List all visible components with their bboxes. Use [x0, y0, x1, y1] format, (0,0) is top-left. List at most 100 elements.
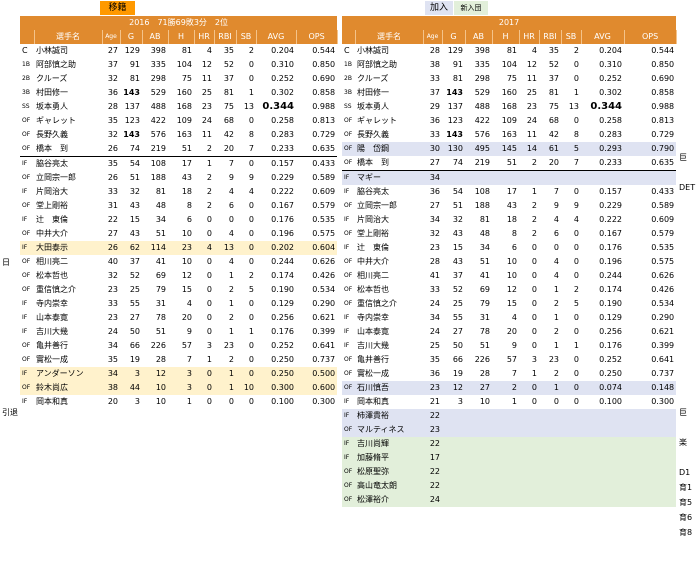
home-runs-cell: 0 [531, 243, 537, 252]
position-cell: OF [344, 258, 353, 265]
hits-cell: 1 [186, 397, 192, 406]
ops-cell: 0.813 [651, 116, 675, 125]
stolen-bases-cell: 0 [573, 74, 579, 83]
player-name-cell: 片岡治大 [36, 187, 68, 196]
ops-cell: 0.635 [296, 142, 338, 157]
player-name-cell: 松原聖弥 [355, 465, 423, 479]
ops-cell [624, 170, 677, 185]
stolen-bases-cell: 0 [248, 341, 254, 350]
games-cell: 32 [129, 187, 140, 196]
rbi-cell: 4 [228, 257, 234, 266]
hits-cell: 160 [176, 88, 192, 97]
hits-cell: 18 [181, 187, 192, 196]
position-cell: SS [22, 103, 30, 110]
at-bats-cell: 41 [479, 271, 490, 280]
rbi-cell: 2 [228, 355, 234, 364]
rbi-cell: 4 [553, 257, 559, 266]
column-header-row: 選手名 Age G AB H HR RBI SB AVG OPS [342, 30, 677, 44]
ops-cell: 0.544 [651, 46, 675, 55]
hits-cell [492, 437, 519, 451]
team-note: 育8 [679, 528, 693, 537]
player-name-cell: 堂上剛裕 [36, 201, 68, 210]
avg-cell: 0.250 [271, 355, 294, 364]
rbi-cell: 81 [548, 88, 559, 97]
games-cell: 51 [129, 173, 140, 182]
rbi-cell: 1 [553, 313, 559, 322]
stolen-bases-cell: 2 [248, 46, 254, 55]
ops-cell [624, 437, 677, 451]
player-name-cell: 加藤脩平 [355, 451, 423, 465]
age-cell: 32 [107, 130, 118, 139]
position-cell: OF [22, 131, 31, 138]
ops-cell: 0.604 [296, 241, 338, 255]
player-row: IF 山本泰寛 24 27 78 20 0 2 0 0.256 0.621 [342, 325, 676, 339]
at-bats-cell [465, 451, 492, 465]
avg-cell: 0.129 [599, 313, 622, 322]
stolen-bases-cell: 0 [248, 229, 254, 238]
games-cell: 55 [129, 299, 140, 308]
at-bats-cell: 81 [479, 215, 490, 224]
hits-cell: 57 [181, 341, 192, 350]
player-name-cell: 中井大介 [36, 229, 68, 238]
age-cell: 27 [423, 156, 442, 171]
position-cell: 1B [22, 61, 30, 68]
player-name-cell: 村田修一 [357, 88, 389, 97]
position-cell: OF [22, 258, 31, 265]
home-runs-cell [519, 479, 539, 493]
games-cell: 12 [442, 381, 465, 395]
position-cell: OF [342, 156, 355, 171]
age-cell: 38 [429, 60, 440, 69]
player-name-cell: 相川亮二 [36, 257, 68, 266]
rbi-cell: 4 [228, 229, 234, 238]
player-row: OF 重信慎之介 23 25 79 15 0 2 5 0.190 0.534 [20, 283, 337, 297]
player-row: OF 石川慎吾 23 12 27 2 0 1 0 0.074 0.148 [342, 381, 677, 395]
player-name-cell: 岡本和真 [357, 397, 389, 406]
rbi-cell: 0 [553, 397, 559, 406]
stolen-bases-cell: 0 [573, 369, 579, 378]
age-cell: 32 [429, 229, 440, 238]
home-runs-cell: 1 [531, 187, 537, 196]
at-bats-cell [465, 493, 492, 507]
age-cell: 22 [107, 215, 118, 224]
hits-cell: 163 [501, 130, 517, 139]
games-cell: 15 [452, 243, 463, 252]
games-cell [442, 409, 465, 423]
age-cell: 35 [107, 355, 118, 364]
player-name-cell: 重信慎之介 [36, 285, 76, 294]
position-cell: IF [22, 216, 28, 223]
hits-cell: 12 [181, 271, 192, 280]
avg-cell: 0.167 [599, 229, 622, 238]
avg-cell: 0.196 [599, 257, 622, 266]
player-name-cell: 坂本勇人 [357, 102, 389, 111]
games-cell: 25 [129, 285, 140, 294]
avg-cell: 0.244 [599, 271, 622, 280]
age-cell: 24 [429, 327, 440, 336]
stolen-bases-cell: 2 [573, 285, 579, 294]
age-cell: 22 [423, 437, 442, 451]
home-runs-cell: 2 [194, 142, 214, 157]
age-cell: 36 [429, 369, 440, 378]
position-cell: OF [22, 174, 31, 181]
home-runs-cell: 24 [201, 116, 212, 125]
player-name-cell: 亀井善行 [357, 355, 389, 364]
avg-cell: 0.190 [599, 299, 622, 308]
player-name-cell: 實松一成 [357, 369, 389, 378]
hits-cell: 8 [186, 201, 192, 210]
home-runs-cell [519, 170, 539, 185]
hits-cell [492, 479, 519, 493]
avg-cell: 0.202 [256, 241, 296, 255]
player-name-cell: 大田泰示 [34, 241, 102, 255]
age-cell: 29 [429, 102, 440, 111]
games-cell: 129 [124, 46, 140, 55]
stolen-bases-cell [561, 423, 581, 437]
avg-cell: 0.252 [599, 74, 622, 83]
age-cell: 33 [429, 285, 440, 294]
added-label: 加入 [425, 1, 453, 15]
player-name-cell: マギー [355, 170, 423, 185]
player-name-cell: 辻 東倫 [36, 215, 68, 224]
age-cell: 28 [107, 102, 118, 111]
at-bats-cell: 34 [479, 243, 490, 252]
avg-cell: 0.129 [271, 299, 294, 308]
roster-2016-table: 2016 71勝69敗3分 2位 選手名 Age G AB H HR RBI SB AVG OPS… [20, 16, 338, 409]
ops-cell: 0.729 [312, 130, 336, 139]
